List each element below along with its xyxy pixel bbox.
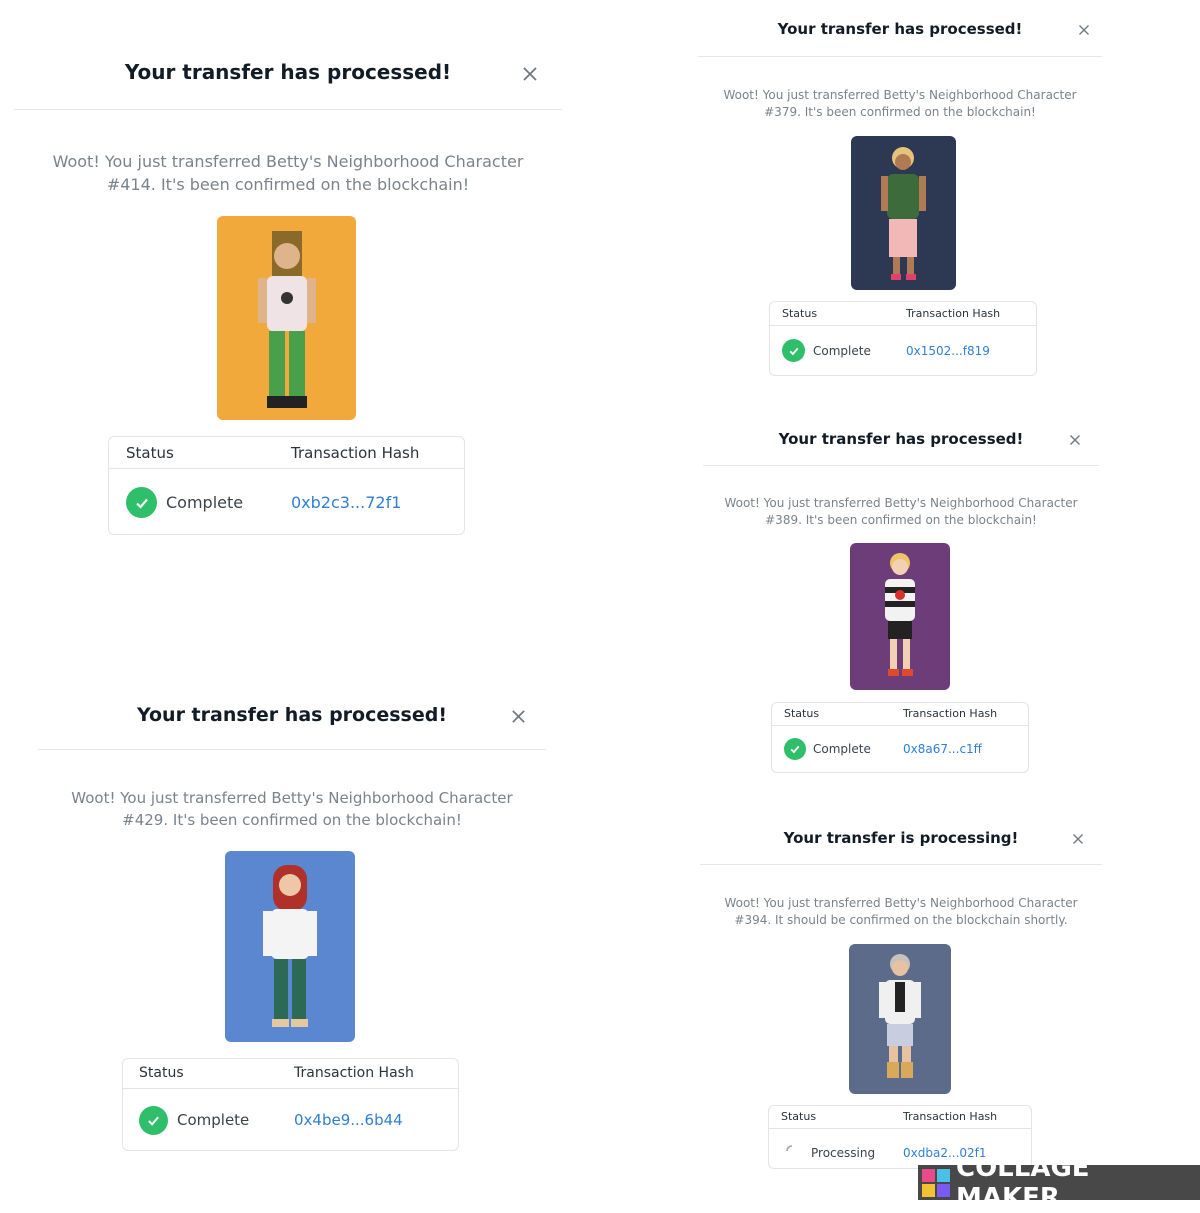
character-image	[225, 851, 355, 1042]
check-icon	[139, 1106, 168, 1135]
hash-column-header: Transaction Hash	[291, 444, 420, 462]
check-icon	[784, 738, 806, 760]
transfer-message: Woot! You just transferred Betty's Neigh…	[723, 88, 1077, 120]
hash-column-header: Transaction Hash	[903, 707, 998, 720]
status-card: Status Transaction Hash Complete 0xb2c3.…	[108, 436, 465, 535]
close-icon	[511, 709, 525, 723]
status-value: Processing	[811, 1146, 876, 1160]
transfer-modal-389: Your transfer has processed! Woot! You j…	[703, 420, 1099, 780]
character-image	[850, 543, 950, 690]
close-button[interactable]	[520, 64, 540, 84]
check-icon	[126, 487, 157, 518]
transfer-modal-429: Your transfer has processed! Woot! You j…	[38, 690, 546, 1170]
status-card: Status Transaction Hash Complete 0x8a67.…	[771, 702, 1029, 773]
character-figure	[258, 231, 316, 408]
status-column-header: Status	[139, 1065, 184, 1081]
close-button[interactable]	[1067, 432, 1083, 448]
transaction-hash-link[interactable]: 0x8a67...c1ff	[903, 742, 982, 756]
status-card: Status Transaction Hash Complete 0x4be9.…	[122, 1058, 459, 1151]
transaction-hash-link[interactable]: 0xb2c3...72f1	[291, 493, 401, 512]
transaction-hash-link[interactable]: 0x1502...f819	[906, 344, 990, 358]
hash-column-header: Transaction Hash	[906, 307, 1001, 320]
transaction-hash-link[interactable]: 0x4be9...6b44	[294, 1111, 403, 1129]
status-value: Complete	[177, 1111, 250, 1129]
close-button[interactable]	[1076, 22, 1092, 38]
hash-column-header: Transaction Hash	[294, 1065, 414, 1081]
modal-title: Your transfer is processing!	[783, 829, 1019, 847]
character-figure	[263, 865, 317, 1027]
close-icon	[1070, 435, 1080, 445]
collage-maker-watermark: COLLAGE MAKER	[918, 1153, 1200, 1213]
status-card: Status Transaction Hash Complete 0x1502.…	[769, 301, 1037, 376]
modal-title: Your transfer has processed!	[124, 60, 452, 84]
character-figure	[879, 954, 921, 1078]
status-column-header: Status	[781, 1110, 817, 1123]
close-icon	[523, 67, 537, 81]
status-column-header: Status	[782, 307, 818, 320]
transfer-message: Woot! You just transferred Betty's Neigh…	[724, 496, 1078, 528]
transfer-modal-379: Your transfer has processed! Woot! You j…	[698, 10, 1102, 380]
character-figure	[885, 553, 915, 676]
transfer-message: Woot! You just transferred Betty's Neigh…	[71, 789, 513, 829]
watermark-text: COLLAGE MAKER	[956, 1152, 1090, 1213]
header-divider	[14, 109, 562, 110]
status-header-row: Status Transaction Hash	[109, 437, 464, 469]
status-header-row: Status Transaction Hash	[770, 302, 1036, 326]
character-figure	[881, 147, 926, 280]
modal-title: Your transfer has processed!	[778, 430, 1024, 448]
hash-column-header: Transaction Hash	[903, 1110, 998, 1123]
status-header-row: Status Transaction Hash	[769, 1106, 1031, 1129]
collage-logo-icon	[922, 1168, 950, 1197]
header-divider	[698, 56, 1102, 57]
check-icon	[782, 339, 805, 362]
status-value: Complete	[166, 493, 244, 512]
status-value: Complete	[813, 742, 871, 756]
header-divider	[700, 864, 1102, 865]
character-image	[851, 136, 956, 290]
close-button[interactable]	[1070, 831, 1086, 847]
status-header-row: Status Transaction Hash	[123, 1059, 458, 1089]
modal-title: Your transfer has processed!	[136, 704, 448, 726]
modal-title: Your transfer has processed!	[777, 20, 1023, 38]
transfer-message: Woot! You just transferred Betty's Neigh…	[52, 152, 524, 195]
close-button[interactable]	[509, 707, 527, 725]
close-icon	[1073, 834, 1083, 844]
header-divider	[38, 749, 546, 750]
close-icon	[1079, 25, 1089, 35]
header-divider	[703, 465, 1099, 466]
spinner-icon	[786, 1145, 793, 1152]
transfer-modal-394: Your transfer is processing! Woot! You j…	[700, 818, 1102, 1169]
status-column-header: Status	[126, 444, 174, 462]
transfer-message: Woot! You just transferred Betty's Neigh…	[724, 896, 1078, 928]
status-column-header: Status	[784, 707, 820, 720]
transfer-modal-414: Your transfer has processed! Woot! You j…	[14, 40, 562, 550]
status-value: Complete	[813, 344, 871, 358]
status-header-row: Status Transaction Hash	[772, 703, 1028, 726]
character-image	[217, 216, 356, 420]
character-image	[849, 944, 951, 1094]
